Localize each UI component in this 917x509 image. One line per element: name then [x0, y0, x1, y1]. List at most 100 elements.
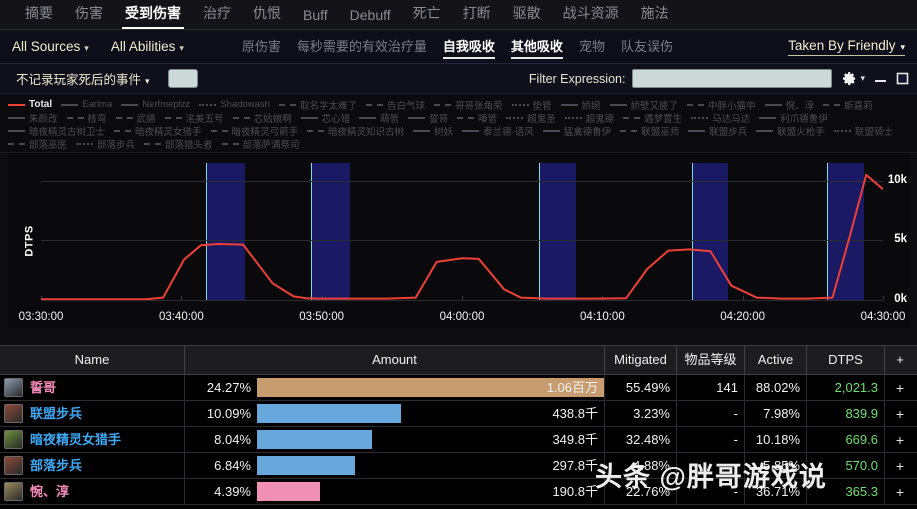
- legend-item[interactable]: 马达马达: [691, 111, 750, 124]
- all-abilities-dropdown[interactable]: All Abilities ▾: [111, 39, 184, 54]
- view-tab-4[interactable]: 宠物: [579, 36, 605, 58]
- table-header-name[interactable]: Name: [0, 345, 185, 375]
- legend-item[interactable]: 联盟骑士: [833, 124, 893, 137]
- main-tab-11[interactable]: 施法: [630, 1, 680, 29]
- legend-item[interactable]: 部落巫医: [8, 137, 67, 150]
- table-header-ilvl[interactable]: 物品等级: [677, 345, 745, 375]
- legend-item[interactable]: 遇梦置生: [623, 111, 682, 124]
- table-row[interactable]: 部落步兵 6.84% 297.8千 4.88% -5.85% 570.0 +: [0, 452, 917, 479]
- legend-item[interactable]: 猛禽德鲁伊: [542, 124, 611, 137]
- table-row[interactable]: 暗夜精灵女猎手 8.04% 349.8千 32.48% -10.18% 669.6 +: [0, 426, 917, 453]
- cell-add-button[interactable]: +: [885, 375, 915, 401]
- gear-chevron-down-icon[interactable]: ▾: [860, 73, 865, 84]
- legend-item[interactable]: 暗夜精灵弓箭手: [210, 124, 298, 137]
- view-tab-1[interactable]: 每秒需要的有效治疗量: [297, 36, 427, 58]
- legend-item[interactable]: 联盟巫师: [620, 124, 679, 137]
- legend-item[interactable]: Earlma: [61, 99, 112, 110]
- minimize-icon[interactable]: [874, 72, 887, 85]
- gear-icon[interactable]: [842, 71, 857, 86]
- main-tab-4[interactable]: 仇恨: [242, 1, 292, 29]
- main-tab-6[interactable]: Debuff: [339, 5, 402, 29]
- legend-item[interactable]: 娇壁又疲了: [609, 98, 678, 111]
- table-row[interactable]: 誓哥 24.27% 1.06百万 55.49% 141 88.02% 2,021.3 +: [0, 374, 917, 401]
- legend-item[interactable]: Shadowash: [199, 99, 270, 110]
- table-row[interactable]: 联盟步兵 10.09% 438.8千 3.23% -7.98% 839.9 +: [0, 400, 917, 427]
- filter-expression-input[interactable]: [632, 69, 833, 88]
- main-tab-1[interactable]: 伤害: [64, 1, 114, 29]
- cell-name[interactable]: 惋、淳: [0, 478, 185, 505]
- legend-item[interactable]: 垫管: [511, 98, 552, 111]
- legend-item[interactable]: 暗夜精灵古树卫士: [8, 124, 105, 137]
- damage-taken-table: Name Amount Mitigated 物品等级 Active DTPS + 誓哥 24.…: [0, 345, 917, 509]
- legend-item[interactable]: 联盟火枪手: [756, 124, 825, 137]
- chart-plot-area[interactable]: [41, 163, 884, 301]
- main-tab-10[interactable]: 战斗资源: [552, 1, 630, 29]
- legend-item[interactable]: 洺美五号: [164, 111, 224, 124]
- legend-item[interactable]: 泰兰德·语风: [462, 124, 534, 137]
- cell-name[interactable]: 联盟步兵: [0, 400, 185, 427]
- legend-item[interactable]: 武德: [115, 111, 156, 124]
- legend-item[interactable]: Total: [8, 99, 52, 110]
- table-header-plus[interactable]: +: [885, 345, 915, 375]
- legend-item[interactable]: 哥哥张角荣: [433, 98, 503, 111]
- table-header-amount[interactable]: Amount: [185, 345, 605, 375]
- legend-item[interactable]: 惋、淳: [764, 98, 814, 111]
- legend-item[interactable]: 中胖小猫中: [687, 98, 756, 111]
- legend-item[interactable]: 利爪德鲁伊: [759, 111, 828, 124]
- legend-item[interactable]: 部落萨满祭司: [221, 137, 300, 150]
- legend-item[interactable]: 核弯: [66, 111, 107, 125]
- view-tab-0[interactable]: 原伤害: [242, 36, 281, 58]
- cell-amount: 6.84% 297.8千: [185, 452, 605, 479]
- cell-name[interactable]: 暗夜精灵女猎手: [0, 426, 185, 453]
- cell-name[interactable]: 誓哥: [0, 374, 185, 401]
- legend-label: 核弯: [87, 113, 107, 125]
- legend-item[interactable]: 誓哥: [408, 111, 448, 124]
- cell-add-button[interactable]: +: [885, 401, 915, 427]
- all-sources-dropdown[interactable]: All Sources ▾: [12, 39, 89, 54]
- legend-item[interactable]: 芯心错: [300, 111, 350, 124]
- table-header-active[interactable]: Active: [745, 345, 807, 375]
- color-swatch-button[interactable]: [167, 69, 198, 88]
- death-filter-dropdown[interactable]: 不记录玩家死后的事件 ▾: [16, 69, 150, 88]
- legend-row-1: 朱颜改 核弯 武德 洺美五号 芯姑娘啊 芯心错 萌管 誓哥 嗪管 超鬼圣 超鬼德 遇梦置生 马达马达 利爪…: [8, 111, 911, 124]
- legend-item[interactable]: 树妖: [413, 124, 453, 137]
- cell-add-button[interactable]: +: [885, 427, 915, 453]
- legend-item[interactable]: 部落猎头者: [144, 137, 213, 150]
- table-row[interactable]: 惋、淳 4.39% 190.8千 22.76% -36.71% 365.3 +: [0, 478, 917, 505]
- legend-item[interactable]: 取名字太难了: [278, 98, 357, 111]
- legend-item[interactable]: 告白气球: [365, 98, 425, 111]
- legend-item[interactable]: 超鬼圣: [506, 111, 556, 124]
- legend-item[interactable]: 暗夜精灵知识古树: [307, 124, 404, 137]
- main-tab-0[interactable]: 摘要: [14, 1, 64, 29]
- legend-item[interactable]: 芯姑娘啊: [232, 111, 292, 124]
- main-tab-7[interactable]: 死亡: [402, 1, 452, 29]
- main-tab-2[interactable]: 受到伤害: [114, 1, 192, 29]
- main-tab-3[interactable]: 治疗: [192, 1, 242, 29]
- legend-item[interactable]: 斯嘉莉: [823, 98, 873, 111]
- legend-item[interactable]: 联盟步兵: [688, 124, 747, 137]
- view-tab-5[interactable]: 队友误伤: [621, 36, 673, 58]
- x-axis-tick-label: 03:40:00: [158, 311, 204, 323]
- main-tab-5[interactable]: Buff: [292, 5, 339, 29]
- view-tab-3[interactable]: 其他吸收: [510, 36, 563, 59]
- table-header-dtps[interactable]: DTPS: [807, 345, 885, 375]
- cell-add-button[interactable]: +: [885, 453, 915, 479]
- legend-item[interactable]: 暗夜精灵女猎手: [114, 124, 202, 137]
- main-tab-9[interactable]: 驱散: [502, 1, 552, 29]
- maximize-icon[interactable]: [896, 72, 909, 85]
- amount-value: 438.8千: [552, 405, 598, 421]
- cell-name[interactable]: 部落步兵: [0, 452, 185, 479]
- table-header-mitigated[interactable]: Mitigated: [605, 345, 677, 375]
- cell-add-button[interactable]: +: [885, 479, 915, 505]
- taken-by-friendly-dropdown[interactable]: Taken By Friendly ▾: [788, 38, 905, 56]
- view-tab-2[interactable]: 自我吸收: [442, 36, 495, 59]
- legend-item[interactable]: 部落步兵: [76, 137, 135, 150]
- main-tab-8[interactable]: 打断: [452, 1, 502, 29]
- legend-item[interactable]: 娇婉: [560, 98, 601, 111]
- legend-item[interactable]: 朱颜改: [8, 111, 58, 124]
- legend-line-swatch: [115, 116, 133, 119]
- legend-item[interactable]: 嗪管: [457, 111, 497, 124]
- legend-item[interactable]: 萌管: [359, 111, 399, 124]
- legend-item[interactable]: Nerfmeplzz: [121, 99, 190, 110]
- legend-item[interactable]: 超鬼德: [564, 111, 614, 124]
